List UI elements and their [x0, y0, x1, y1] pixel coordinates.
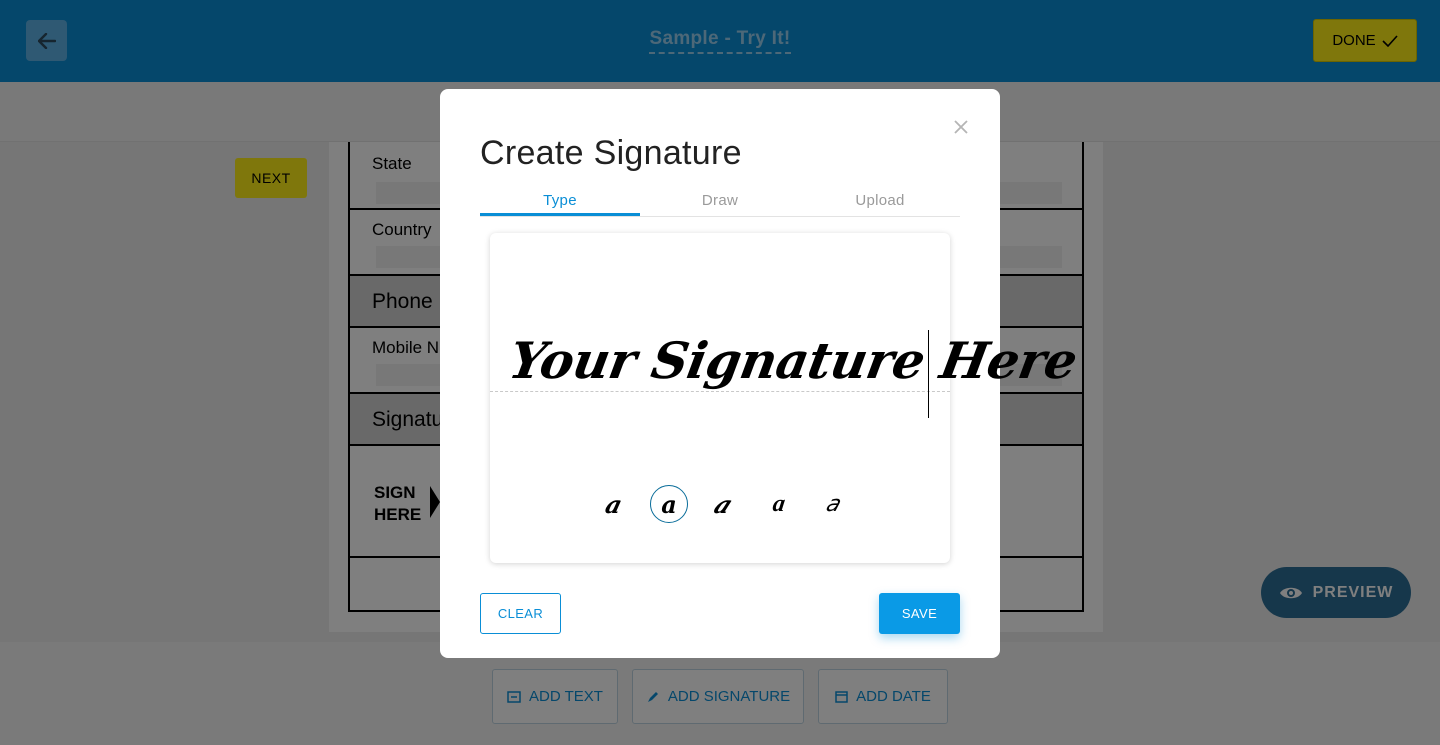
- tab-upload[interactable]: Upload: [800, 185, 960, 216]
- save-button[interactable]: SAVE: [879, 593, 960, 634]
- font-option-5[interactable]: a: [809, 485, 859, 523]
- signature-baseline: [490, 391, 950, 392]
- font-option-1[interactable]: a: [590, 485, 637, 523]
- signature-text-input[interactable]: Your Signature Here: [505, 331, 1082, 390]
- save-label: SAVE: [901, 606, 938, 621]
- tab-type[interactable]: Type: [480, 185, 640, 216]
- tab-draw[interactable]: Draw: [640, 185, 800, 216]
- close-icon: [954, 120, 968, 134]
- signature-tabs: Type Draw Upload: [480, 185, 960, 217]
- clear-button[interactable]: CLEAR: [480, 593, 561, 634]
- clear-label: CLEAR: [497, 606, 544, 621]
- font-option-3[interactable]: a: [697, 485, 752, 523]
- signature-input-box[interactable]: Your Signature Here a a a a a: [490, 233, 1082, 563]
- modal-title: Create Signature: [480, 134, 742, 172]
- font-option-4[interactable]: a: [757, 485, 800, 523]
- font-options: a a a a a: [595, 485, 853, 523]
- close-button[interactable]: [950, 116, 972, 138]
- text-cursor: [928, 330, 929, 418]
- font-option-2[interactable]: a: [650, 485, 688, 523]
- create-signature-modal: Create Signature Type Draw Upload Your S…: [440, 89, 1082, 658]
